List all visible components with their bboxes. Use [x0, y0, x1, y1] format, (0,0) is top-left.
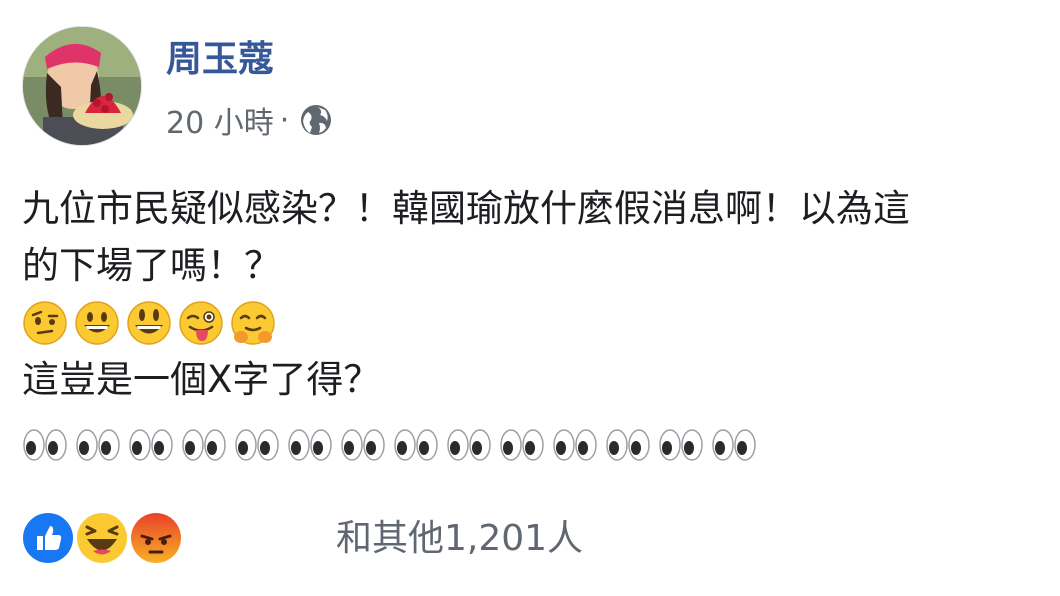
- eyes-emoji: [129, 428, 173, 461]
- facebook-post: 周玉蔻 20 小時 · 九位市民疑似感染？！韓國瑜放什麼假消息啊！以為這 的下場…: [0, 0, 1060, 596]
- reaction-count[interactable]: 和其他1,201人: [336, 514, 583, 564]
- eyes-emoji: [394, 428, 438, 461]
- eyes-emoji: [341, 428, 385, 461]
- smiley-face-emoji: [127, 300, 171, 345]
- avatar[interactable]: [22, 26, 142, 146]
- eyes-emoji: [447, 428, 491, 461]
- text-line: 這豈是一個X字了得？: [22, 358, 381, 401]
- eyes-emoji: [500, 428, 544, 461]
- globe-icon[interactable]: [299, 103, 333, 137]
- eyes-emoji: [182, 428, 226, 461]
- text-line: 九位市民疑似感染？！韓國瑜放什麼假消息啊！以為這: [22, 187, 910, 230]
- avatar-photo: [23, 27, 141, 145]
- face-with-raised-eyebrow-emoji: [23, 300, 67, 345]
- like-icon[interactable]: [22, 512, 74, 564]
- eyes-emoji: [235, 428, 279, 461]
- post-time[interactable]: 20 小時: [166, 98, 274, 142]
- hugging-face-emoji: [231, 300, 275, 345]
- eyes-emoji: [23, 428, 67, 461]
- author-name[interactable]: 周玉蔻: [166, 38, 274, 82]
- reaction-icons[interactable]: [22, 508, 184, 568]
- eyes-emoji: [288, 428, 332, 461]
- angry-icon[interactable]: [130, 512, 182, 564]
- meta-separator: ·: [279, 102, 290, 138]
- eyes-emoji: [76, 428, 120, 461]
- eyes-emoji: [659, 428, 703, 461]
- eyes-emoji: [606, 428, 650, 461]
- winking-tongue-face-emoji: [179, 300, 223, 345]
- eyes-emoji: [712, 428, 756, 461]
- text-line: 的下場了嗎！？: [22, 244, 281, 287]
- eyes-emoji: [553, 428, 597, 461]
- emoji-row: [22, 294, 1060, 351]
- post-text: 九位市民疑似感染？！韓國瑜放什麼假消息啊！以為這 的下場了嗎！？ 這豈是一個X字…: [22, 180, 1060, 473]
- grinning-face-emoji: [75, 300, 119, 345]
- post-meta: 20 小時 ·: [166, 98, 333, 142]
- haha-icon[interactable]: [76, 512, 128, 564]
- eyes-emoji-row: [22, 416, 1060, 473]
